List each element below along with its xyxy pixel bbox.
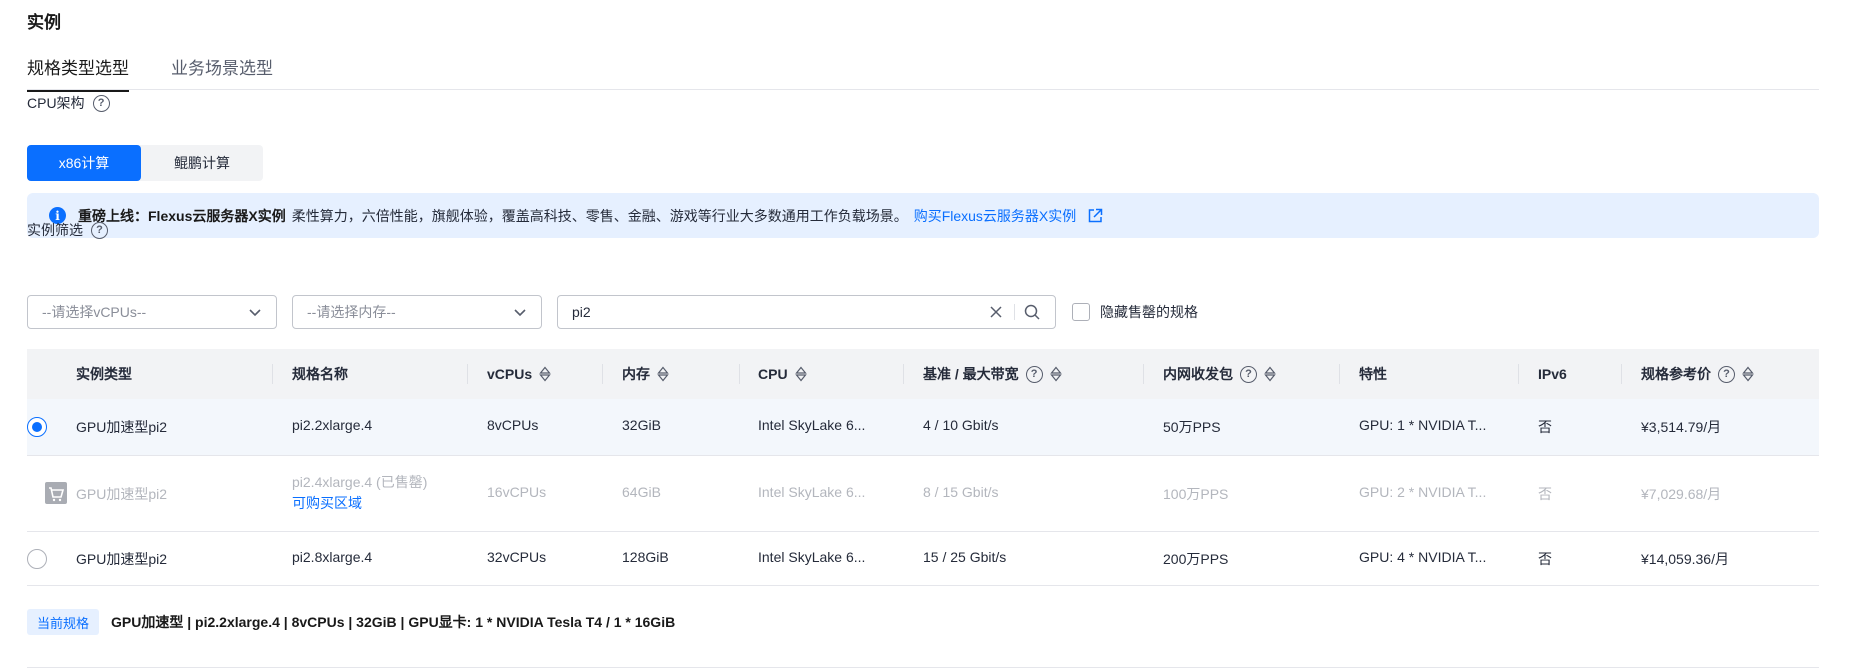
th-spec-name: 规格名称: [292, 366, 348, 382]
sort-icon[interactable]: [657, 366, 669, 382]
flexus-buy-link[interactable]: 购买Flexus云服务器X实例: [914, 206, 1077, 226]
cell-price: ¥3,514.79/月: [1641, 419, 1722, 435]
vcpu-select-placeholder: --请选择vCPUs--: [42, 304, 147, 320]
cell-bandwidth: 4 / 10 Gbit/s: [923, 417, 999, 433]
chevron-down-icon: [514, 309, 526, 317]
cpu-arch-toggle: x86计算 鲲鹏计算: [27, 145, 263, 181]
cell-ipv6: 否: [1538, 551, 1552, 567]
search-divider: [1014, 304, 1015, 320]
checkbox-box[interactable]: [1072, 303, 1090, 321]
sort-icon[interactable]: [539, 366, 551, 382]
th-price[interactable]: 规格参考价 ?: [1641, 349, 1754, 399]
memory-select-placeholder: --请选择内存--: [307, 304, 396, 320]
th-instance-type: 实例类型: [76, 366, 132, 382]
sort-icon[interactable]: [1049, 366, 1062, 382]
cell-vcpus: 16vCPUs: [487, 484, 547, 500]
buyable-region-link[interactable]: 可购买区域: [292, 493, 362, 513]
th-vcpus[interactable]: vCPUs: [487, 349, 551, 399]
cpu-arch-label-row: CPU架构 ?: [27, 93, 110, 113]
cell-memory: 128GiB: [622, 549, 669, 565]
cell-bandwidth: 8 / 15 Gbit/s: [923, 484, 999, 500]
cell-vcpus: 8vCPUs: [487, 417, 539, 433]
th-pps[interactable]: 内网收发包 ?: [1163, 349, 1276, 399]
sort-icon[interactable]: [794, 366, 807, 382]
arch-kunpeng-button[interactable]: 鲲鹏计算: [141, 145, 263, 181]
notice-title: 重磅上线：Flexus云服务器X实例: [78, 207, 286, 224]
cell-spec-name: pi2.4xlarge.4 (已售罄): [292, 474, 428, 490]
current-spec: 当前规格 GPU加速型 | pi2.2xlarge.4 | 8vCPUs | 3…: [27, 609, 675, 635]
cpu-arch-label: CPU架构: [27, 95, 85, 111]
cell-ipv6: 否: [1538, 419, 1552, 435]
cell-cpu: Intel SkyLake 6...: [758, 484, 866, 500]
notice-text: 柔性算力，六倍性能，旗舰体验，覆盖高科技、零售、金融、游戏等行业大多数通用工作负…: [291, 207, 908, 224]
cell-price: ¥7,029.68/月: [1641, 486, 1722, 502]
cell-feature: GPU: 4 * NVIDIA T...: [1359, 549, 1487, 565]
table-row: GPU加速型pi2 pi2.4xlarge.4 (已售罄) 可购买区域 16vC…: [27, 456, 1819, 532]
cell-memory: 64GiB: [622, 484, 661, 500]
cell-type: GPU加速型pi2: [76, 551, 168, 567]
table-header: 实例类型 规格名称 vCPUs 内存 CPU 基准 / 最大带宽 ? 内网收发包…: [27, 349, 1819, 399]
hide-soldout-label: 隐藏售罄的规格: [1100, 304, 1198, 320]
close-icon[interactable]: [988, 304, 1004, 320]
help-icon[interactable]: ?: [91, 221, 108, 239]
cell-ipv6: 否: [1538, 486, 1552, 502]
current-spec-badge: 当前规格: [27, 609, 100, 635]
instance-table: 实例类型 规格名称 vCPUs 内存 CPU 基准 / 最大带宽 ? 内网收发包…: [27, 349, 1819, 586]
chevron-down-icon: [249, 309, 261, 317]
current-spec-text: GPU加速型 | pi2.2xlarge.4 | 8vCPUs | 32GiB …: [111, 614, 676, 630]
cell-pps: 50万PPS: [1163, 419, 1221, 435]
th-memory[interactable]: 内存: [622, 349, 669, 399]
th-ipv6: IPv6: [1538, 366, 1567, 382]
tab-spec-type[interactable]: 规格类型选型: [27, 54, 129, 92]
sort-icon[interactable]: [1742, 366, 1754, 382]
notice-banner: i 重磅上线：Flexus云服务器X实例 柔性算力，六倍性能，旗舰体验，覆盖高科…: [27, 193, 1819, 238]
cell-pps: 200万PPS: [1163, 551, 1229, 567]
help-icon[interactable]: ?: [92, 94, 110, 112]
cell-vcpus: 32vCPUs: [487, 549, 547, 565]
cell-spec-name: pi2.8xlarge.4: [292, 549, 373, 565]
th-feature: 特性: [1359, 366, 1387, 382]
hide-soldout-checkbox[interactable]: 隐藏售罄的规格: [1072, 302, 1198, 322]
instance-filter-label: 实例筛选: [27, 222, 83, 238]
vcpu-select[interactable]: --请选择vCPUs--: [27, 295, 277, 329]
cell-type: GPU加速型pi2: [76, 486, 168, 502]
selection-tabs: 规格类型选型 业务场景选型: [27, 50, 1819, 92]
help-icon[interactable]: ?: [1025, 365, 1043, 383]
th-bandwidth[interactable]: 基准 / 最大带宽 ?: [923, 349, 1062, 399]
cell-feature: GPU: 1 * NVIDIA T...: [1359, 417, 1487, 433]
row-radio-selected[interactable]: [27, 417, 47, 437]
cart-icon: [45, 482, 67, 504]
external-link-icon[interactable]: [1086, 207, 1104, 225]
memory-select[interactable]: --请选择内存--: [292, 295, 542, 329]
cell-spec-name: pi2.2xlarge.4: [292, 417, 373, 433]
cell-bandwidth: 15 / 25 Gbit/s: [923, 549, 1007, 565]
th-cpu[interactable]: CPU: [758, 349, 807, 399]
cell-cpu: Intel SkyLake 6...: [758, 417, 866, 433]
sort-icon[interactable]: [1264, 366, 1276, 382]
table-row[interactable]: GPU加速型pi2 pi2.8xlarge.4 32vCPUs 128GiB I…: [27, 532, 1819, 586]
help-icon[interactable]: ?: [1240, 365, 1257, 383]
table-row[interactable]: GPU加速型pi2 pi2.2xlarge.4 8vCPUs 32GiB Int…: [27, 399, 1819, 456]
cell-type: GPU加速型pi2: [76, 419, 168, 435]
search-input[interactable]: pi2: [557, 295, 1056, 329]
arch-x86-button[interactable]: x86计算: [27, 145, 141, 181]
cell-memory: 32GiB: [622, 417, 661, 433]
instance-filter-label-row: 实例筛选 ?: [27, 220, 108, 240]
search-icon[interactable]: [1023, 303, 1041, 321]
tab-business-scenario[interactable]: 业务场景选型: [171, 54, 273, 79]
search-value[interactable]: pi2: [572, 304, 988, 320]
cell-cpu: Intel SkyLake 6...: [758, 549, 866, 565]
cell-feature: GPU: 2 * NVIDIA T...: [1359, 484, 1487, 500]
row-radio[interactable]: [27, 549, 47, 569]
cell-price: ¥14,059.36/月: [1641, 551, 1729, 567]
divider: [27, 667, 1819, 668]
help-icon[interactable]: ?: [1718, 365, 1735, 383]
cell-pps: 100万PPS: [1163, 486, 1229, 502]
section-title: 实例: [27, 13, 61, 32]
